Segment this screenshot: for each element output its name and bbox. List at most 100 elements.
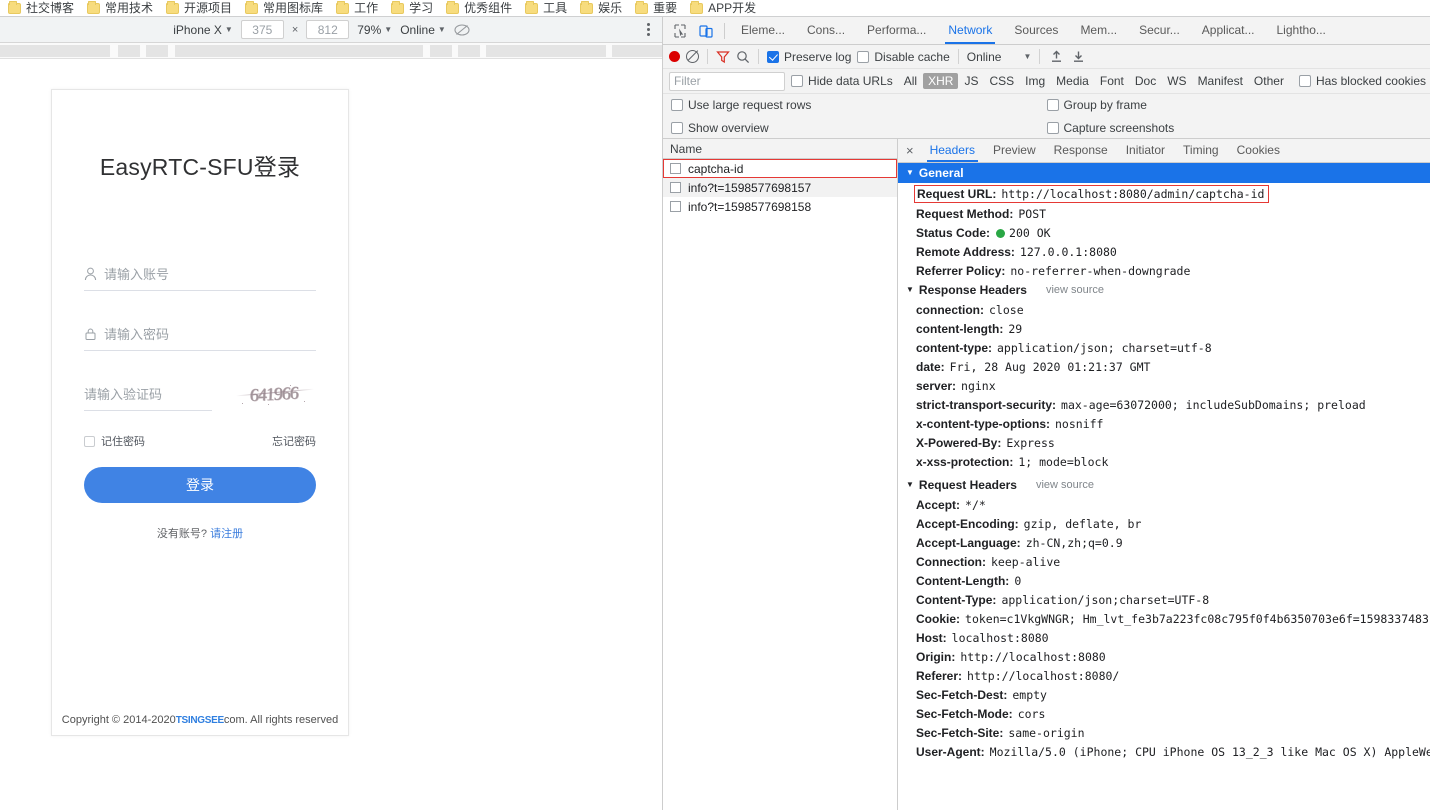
import-har-icon[interactable]: [1048, 49, 1064, 65]
resource-type-css[interactable]: CSS: [984, 73, 1019, 89]
detail-tab-headers[interactable]: Headers: [921, 139, 984, 162]
resource-type-media[interactable]: Media: [1051, 73, 1094, 89]
password-field[interactable]: 请输入密码: [84, 317, 316, 351]
resource-type-manifest[interactable]: Manifest: [1193, 73, 1248, 89]
header-row: content-type:application/json; charset=u…: [898, 338, 1430, 357]
devtools-tab-applicat[interactable]: Applicat...: [1191, 17, 1266, 44]
bookmarks-bar: 社交博客常用技术开源项目常用图标库工作学习 优秀组件工具娱乐重要APP开发: [0, 0, 1430, 17]
browser-window: 社交博客常用技术开源项目常用图标库工作学习 优秀组件工具娱乐重要APP开发 iPh…: [0, 0, 1430, 810]
filter-funnel-icon[interactable]: [716, 50, 730, 64]
clear-icon[interactable]: [686, 50, 699, 63]
export-har-icon[interactable]: [1070, 49, 1086, 65]
header-value: POST: [1018, 207, 1046, 221]
network-throttle-selector[interactable]: Online ▼: [400, 23, 446, 37]
detail-tab-cookies[interactable]: Cookies: [1228, 139, 1289, 162]
detail-tab-response[interactable]: Response: [1045, 139, 1117, 162]
header-key: strict-transport-security:: [916, 398, 1056, 412]
header-value: 0: [1014, 574, 1021, 588]
resource-type-js[interactable]: JS: [959, 73, 983, 89]
detail-tab-timing[interactable]: Timing: [1174, 139, 1228, 162]
throttle-dropdown[interactable]: Online ▼: [967, 50, 1032, 64]
device-toggle-icon[interactable]: [693, 19, 719, 43]
bookmark-item[interactable]: APP开发: [686, 1, 765, 16]
bookmark-label: 优秀组件: [464, 1, 512, 15]
checkbox-box: [791, 75, 803, 87]
search-icon[interactable]: [736, 50, 750, 64]
bookmark-item[interactable]: 重要: [631, 1, 686, 16]
devtools-tab-secur[interactable]: Secur...: [1128, 17, 1191, 44]
hide-data-urls-checkbox[interactable]: Hide data URLs: [791, 74, 893, 88]
resource-type-font[interactable]: Font: [1095, 73, 1129, 89]
login-submit-button[interactable]: 登录: [84, 467, 316, 503]
preserve-log-label: Preserve log: [784, 50, 851, 64]
view-source-link[interactable]: view source: [1046, 284, 1104, 296]
device-selector[interactable]: iPhone X ▼: [173, 23, 233, 37]
bookmark-item[interactable]: 常用图标库: [241, 1, 332, 16]
request-headers-section-header[interactable]: ▼ Request Headers view source: [898, 475, 1430, 495]
kebab-menu-icon[interactable]: [643, 21, 654, 38]
chevron-down-icon: ▼: [225, 26, 233, 34]
header-key: Request URL:: [917, 186, 996, 202]
detail-tab-initiator[interactable]: Initiator: [1117, 139, 1174, 162]
bookmark-item[interactable]: 优秀组件: [442, 1, 521, 16]
register-link[interactable]: 请注册: [210, 528, 243, 540]
devtools-tab-performa[interactable]: Performa...: [856, 17, 937, 44]
zoom-selector[interactable]: 79% ▼: [357, 23, 392, 37]
disable-cache-checkbox[interactable]: Disable cache: [857, 50, 949, 64]
resource-type-xhr[interactable]: XHR: [923, 73, 958, 89]
setting-capture-screenshots[interactable]: Capture screenshots: [1047, 117, 1423, 138]
divider: [1039, 49, 1040, 64]
login-form: 请输入账号 请输入密码: [84, 257, 316, 411]
close-icon[interactable]: ×: [904, 144, 921, 157]
header-value: 200 OK: [1009, 226, 1051, 240]
detail-tab-preview[interactable]: Preview: [984, 139, 1045, 162]
captcha-field[interactable]: 请输入验证码: [84, 377, 212, 411]
bookmark-item[interactable]: 开源项目: [162, 1, 241, 16]
page-title: EasyRTC-SFU登录: [100, 148, 300, 182]
bookmark-item[interactable]: 社交博客: [4, 1, 83, 16]
request-row[interactable]: info?t=1598577698158: [663, 197, 897, 216]
no-script-icon[interactable]: [454, 22, 470, 38]
resource-type-img[interactable]: Img: [1020, 73, 1050, 89]
setting-use-large-request-rows[interactable]: Use large request rows: [671, 94, 1047, 115]
header-row: Accept-Encoding:gzip, deflate, br: [898, 514, 1430, 533]
device-width-input[interactable]: 375: [241, 20, 284, 39]
has-blocked-cookies-checkbox[interactable]: Has blocked cookies: [1299, 74, 1426, 88]
general-section-header[interactable]: ▼ General: [898, 163, 1430, 183]
request-row[interactable]: captcha-id: [663, 159, 897, 178]
header-value: token=c1VkgWNGR; Hm_lvt_fe3b7a223fc08c79…: [965, 612, 1429, 626]
devtools-tab-network[interactable]: Network: [937, 17, 1003, 44]
bookmark-item[interactable]: 工具: [521, 1, 576, 16]
folder-icon: [336, 3, 349, 14]
device-height-input[interactable]: 812: [306, 20, 349, 39]
bookmark-item[interactable]: 学习: [387, 1, 442, 16]
bookmark-item[interactable]: 娱乐: [576, 1, 631, 16]
inspect-cursor-icon[interactable]: [667, 19, 693, 43]
setting-show-overview[interactable]: Show overview: [671, 117, 1047, 138]
register-prompt: 没有账号?: [157, 528, 207, 540]
setting-group-by-frame[interactable]: Group by frame: [1047, 94, 1423, 115]
filter-input[interactable]: Filter: [669, 72, 785, 91]
folder-icon: [525, 3, 538, 14]
bookmark-item[interactable]: 工作: [332, 1, 387, 16]
request-row[interactable]: info?t=1598577698157: [663, 178, 897, 197]
resource-type-doc[interactable]: Doc: [1130, 73, 1161, 89]
response-headers-section-header[interactable]: ▼ Response Headers view source: [898, 280, 1430, 300]
captcha-image[interactable]: 641966: [232, 379, 316, 409]
resource-type-other[interactable]: Other: [1249, 73, 1289, 89]
devtools-tab-sources[interactable]: Sources: [1003, 17, 1069, 44]
preserve-log-checkbox[interactable]: Preserve log: [767, 50, 851, 64]
remember-password-checkbox[interactable]: 记住密码: [84, 433, 145, 449]
devtools-tab-lightho[interactable]: Lightho...: [1266, 17, 1337, 44]
forgot-password-link[interactable]: 忘记密码: [272, 433, 316, 449]
username-field[interactable]: 请输入账号: [84, 257, 316, 291]
view-source-link[interactable]: view source: [1036, 479, 1094, 491]
devtools-tab-mem[interactable]: Mem...: [1069, 17, 1128, 44]
device-ruler: [0, 43, 662, 59]
resource-type-all[interactable]: All: [899, 73, 922, 89]
devtools-tab-cons[interactable]: Cons...: [796, 17, 856, 44]
record-icon[interactable]: [669, 51, 680, 62]
resource-type-ws[interactable]: WS: [1162, 73, 1191, 89]
bookmark-item[interactable]: 常用技术: [83, 1, 162, 16]
devtools-tab-eleme[interactable]: Eleme...: [730, 17, 796, 44]
